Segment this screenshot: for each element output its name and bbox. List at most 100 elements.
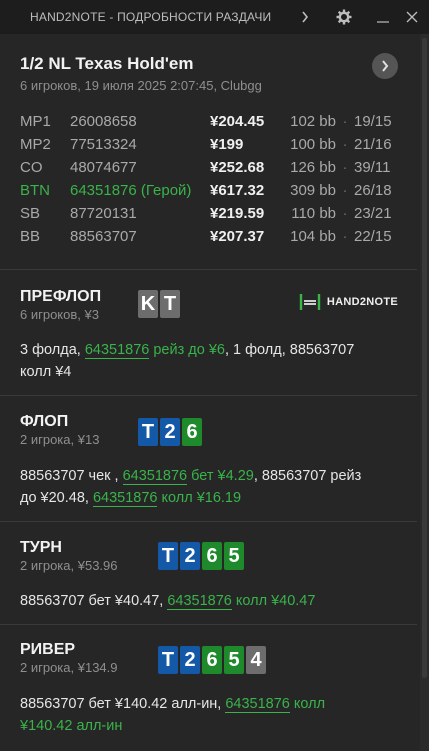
player-stats: 23/21 [354, 205, 392, 222]
hero-player-link[interactable]: 64351876 [225, 696, 290, 713]
player-position: MP2 [20, 136, 51, 153]
hero-action: колл ¥40.47 [231, 593, 316, 609]
player-id: 77513324 [70, 136, 137, 153]
scrollbar[interactable] [420, 34, 429, 751]
card: T [160, 290, 180, 318]
player-id: 87720131 [70, 205, 137, 222]
hero-player-link[interactable]: 64351876 (Герой) [70, 182, 210, 199]
separator: · [342, 159, 348, 176]
player-id: 26008658 [70, 113, 137, 130]
action-text: , 1 фолд, 88563707 [224, 342, 355, 358]
hand-details: 6 игроков, 19 июля 2025 2:07:45, Clubgg [20, 78, 262, 93]
hand-header: 1/2 NL Texas Hold'em 6 игроков, 19 июля … [0, 34, 417, 270]
street-name: ФЛОП [20, 413, 69, 430]
title-bar[interactable]: HAND2NOTE - ПОДРОБНОСТИ РАЗДАЧИ [0, 0, 429, 34]
card: 6 [202, 542, 222, 570]
street-actions: 88563707 бет ¥140.42 алл-ин, 64351876 ко… [20, 693, 397, 737]
hero-action: колл [289, 696, 326, 712]
player-stats: 22/15 [354, 228, 392, 245]
player-row: CO 48074677 ¥252.68 126 bb · 39/11 [20, 156, 397, 179]
close-icon[interactable] [399, 0, 425, 34]
logo-text: HAND2NOTE [326, 296, 398, 308]
minimize-icon[interactable] [370, 0, 396, 34]
player-stack: ¥204.45 [210, 113, 265, 130]
hero-player-link[interactable]: 64351876 [167, 593, 232, 610]
player-position: BB [20, 228, 41, 245]
card: 2 [180, 542, 200, 570]
street-river: РИВЕР 2 игрока, ¥134.9 T 2 6 5 4 8856370… [0, 625, 417, 751]
card: 4 [246, 646, 266, 674]
hero-action: рейз до ¥6 [149, 342, 225, 358]
player-bb: 309 bb [290, 182, 336, 199]
player-bb: 102 bb [290, 113, 336, 130]
card: 2 [160, 418, 180, 446]
player-row: BB 88563707 ¥207.37 104 bb · 22/15 [20, 225, 397, 248]
card: T [138, 418, 158, 446]
hero-player-link[interactable]: 64351876 [122, 468, 188, 485]
hand-details-window: HAND2NOTE - ПОДРОБНОСТИ РАЗДАЧИ 1/2 NL T… [0, 0, 429, 751]
chevron-right-icon[interactable] [292, 0, 318, 34]
action-text: 88563707 бет ¥140.42 алл-ин, [20, 696, 226, 712]
card: T [158, 542, 178, 570]
next-hand-button[interactable] [372, 53, 398, 79]
hand2note-logo-icon [299, 294, 321, 310]
card: 6 [182, 418, 202, 446]
street-actions: 88563707 чек , 64351876 бет ¥4.29, 88563… [20, 465, 397, 509]
card: 5 [224, 646, 244, 674]
street-actions: 3 фолда, 64351876 рейз до ¥6, 1 фолд, 88… [20, 339, 397, 383]
card: K [138, 290, 158, 318]
hero-player-link[interactable]: 64351876 [84, 342, 150, 359]
action-text: колл ¥4 [20, 364, 72, 380]
player-id[interactable]: 64351876 (Герой) [70, 182, 192, 199]
player-stats: 21/16 [354, 136, 392, 153]
card: 5 [224, 542, 244, 570]
chevron-right-icon [382, 60, 389, 72]
separator: · [342, 228, 348, 245]
action-text: чек , [84, 468, 123, 484]
hero-player-row: BTN 64351876 (Герой) ¥617.32 309 bb · 26… [20, 179, 397, 202]
player-stack: ¥252.68 [210, 159, 265, 176]
player-stats: 19/15 [354, 113, 392, 130]
player-position: CO [20, 159, 43, 176]
hero-action: ¥140.42 алл-ин [20, 718, 123, 734]
player-stats: 26/18 [354, 182, 392, 199]
separator: · [342, 136, 348, 153]
player-stack: ¥207.37 [210, 228, 265, 245]
action-text: 3 фолда, [20, 342, 85, 358]
player-bb: 104 bb [290, 228, 336, 245]
board-cards: T 2 6 5 [158, 542, 244, 570]
player-bb: 126 bb [290, 159, 336, 176]
player-stack: ¥219.59 [210, 205, 265, 222]
window-title: HAND2NOTE - ПОДРОБНОСТИ РАЗДАЧИ [30, 10, 272, 24]
player-row: MP1 26008658 ¥204.45 102 bb · 19/15 [20, 110, 397, 133]
board-cards: T 2 6 [138, 418, 202, 446]
card: 2 [180, 646, 200, 674]
street-actions: 88563707 бет ¥40.47, 64351876 колл ¥40.4… [20, 590, 397, 612]
player-bb: 110 bb [291, 205, 336, 222]
separator: · [342, 113, 348, 130]
street-preflop: ПРЕФЛОП 6 игроков, ¥3 K T HAND2NOTE 3 фо… [0, 270, 417, 396]
street-turn: ТУРН 2 игрока, ¥53.96 T 2 6 5 88563707 б… [0, 522, 417, 625]
players-table: MP1 26008658 ¥204.45 102 bb · 19/15 MP2 … [20, 110, 397, 248]
action-text: 88563707 [20, 468, 85, 484]
street-flop: ФЛОП 2 игрока, ¥13 T 2 6 88563707 чек , … [0, 396, 417, 522]
player-stack: ¥617.32 [210, 182, 265, 199]
player-position: SB [20, 205, 41, 222]
gear-icon[interactable] [331, 0, 357, 34]
player-position: BTN [20, 182, 50, 199]
game-title: 1/2 NL Texas Hold'em [20, 54, 194, 73]
hero-player-link[interactable]: 64351876 [92, 490, 158, 507]
action-text: 88563707 бет ¥40.47, [20, 593, 168, 609]
player-row: MP2 77513324 ¥199 100 bb · 21/16 [20, 133, 397, 156]
scrollbar-thumb[interactable] [422, 38, 427, 678]
player-id: 88563707 [70, 228, 137, 245]
street-info: 2 игрока, ¥13 [20, 432, 100, 447]
hand2note-logo: HAND2NOTE [299, 292, 398, 312]
player-bb: 100 bb [290, 136, 336, 153]
player-position: MP1 [20, 113, 51, 130]
player-row: SB 87720131 ¥219.59 110 bb · 23/21 [20, 202, 397, 225]
content: 1/2 NL Texas Hold'em 6 игроков, 19 июля … [0, 34, 417, 751]
card: 6 [202, 646, 222, 674]
player-stats: 39/11 [354, 159, 391, 176]
separator: · [342, 182, 348, 199]
